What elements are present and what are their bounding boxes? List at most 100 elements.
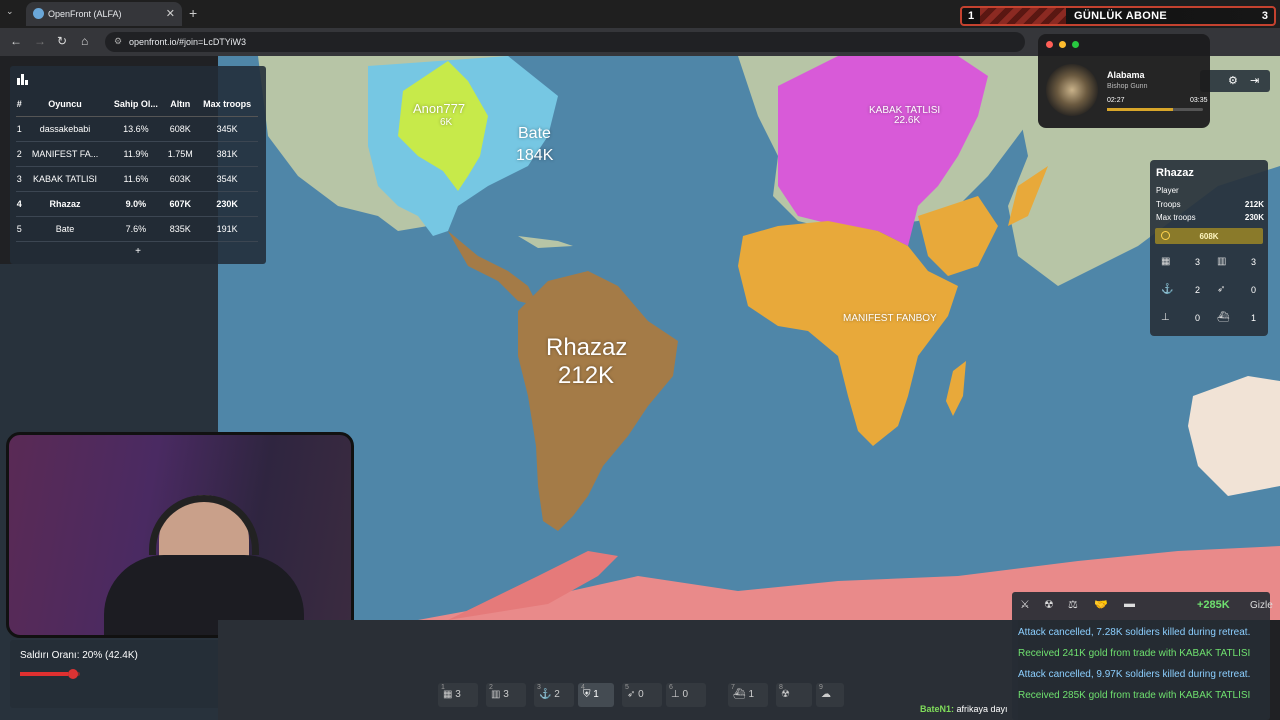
game-map[interactable]: Anon777 6K Bate 184K KABAK TATLISI 22.6K… (218, 56, 1280, 620)
settings-icon[interactable]: ⚙ (1228, 74, 1238, 87)
tab-close-icon[interactable]: ✕ (166, 7, 175, 20)
cell-gold: 1.75M (164, 141, 197, 167)
build-city-button[interactable]: 1 ▦ 3 (438, 683, 478, 707)
build-defense-button[interactable]: 4 ⛨ 1 (578, 683, 614, 707)
build-missile-button[interactable]: 5 ➶ 0 (622, 683, 662, 707)
music-widget: Alabama Bishop Gunn 02:27 03:35 (1038, 34, 1210, 128)
attack-ratio-handle[interactable] (68, 669, 78, 679)
factory-icon: ▥ (1217, 256, 1227, 267)
new-tab-icon[interactable]: + (189, 5, 197, 21)
reload-icon[interactable]: ↻ (57, 34, 67, 48)
subscriber-banner: 1 GÜNLÜK ABONE 3 (960, 6, 1276, 26)
player-gold: 608K (1155, 228, 1263, 244)
nuke-filter-icon[interactable]: ☢ (1044, 598, 1054, 611)
cell-player: KABAK TATLISI (22, 166, 108, 192)
banner-right-number: 3 (1261, 10, 1268, 22)
table-row[interactable]: 3 KABAK TATLISI 11.6% 603K 354K (16, 166, 258, 192)
max-troops-label: Max troops (1156, 213, 1196, 222)
event-message: Attack cancelled, 7.28K soldiers killed … (1018, 627, 1251, 638)
total-time: 03:35 (1190, 97, 1208, 104)
build-sam-button[interactable]: 6 ⊥ 0 (666, 683, 706, 707)
close-dot-icon[interactable] (1046, 41, 1053, 48)
chat-filter-icon[interactable]: ▬ (1124, 598, 1135, 610)
back-icon[interactable]: ← (10, 34, 22, 48)
player-info-panel: Rhazaz Player Troops 212K Max troops 230… (1150, 160, 1268, 336)
cell-player: MANIFEST FA... (22, 141, 108, 167)
event-message: Received 241K gold from trade with KABAK… (1018, 648, 1251, 659)
attack-filter-icon[interactable]: ⚔ (1020, 598, 1030, 611)
stat-factories: ▥ 3 (1217, 256, 1256, 267)
col-gold[interactable]: Altın (164, 92, 197, 117)
minimize-dot-icon[interactable] (1059, 41, 1066, 48)
table-row[interactable]: 2 MANIFEST FA... 11.9% 1.75M 381K (16, 141, 258, 167)
stat-warships: ⛴ 1 (1217, 312, 1256, 323)
troops-value: 212K (1244, 200, 1264, 209)
browser-tab[interactable]: OpenFront (ALFA) ✕ (26, 2, 182, 26)
world-map-svg (258, 56, 1280, 620)
banner-stripes (980, 8, 1066, 24)
sam-icon: ⊥ (1161, 312, 1170, 323)
player-troops-row: Troops 212K (1156, 200, 1264, 209)
tab-title: OpenFront (ALFA) (48, 9, 122, 19)
forward-icon[interactable]: → (34, 34, 46, 48)
trade-filter-icon[interactable]: ⚖ (1068, 598, 1078, 611)
map-label-anon: Anon777 (413, 101, 466, 116)
cell-max-troops: 381K (196, 141, 258, 167)
cell-owned: 11.9% (107, 141, 165, 167)
build-warship-button[interactable]: 7 ⛴ 1 (728, 683, 768, 707)
stat-sams: ⊥ 0 (1161, 312, 1200, 323)
cell-player: Bate (22, 216, 108, 242)
maximize-dot-icon[interactable] (1072, 41, 1079, 48)
cell-owned: 13.6% (107, 116, 165, 142)
player-max-troops-row: Max troops 230K (1156, 213, 1264, 222)
gold-coin-icon (1161, 231, 1170, 240)
map-label-rhazaz: Rhazaz (546, 334, 628, 361)
col-max-troops[interactable]: Max troops (196, 92, 258, 117)
cell-gold: 603K (164, 166, 197, 192)
col-owned[interactable]: Sahip Ol... (107, 92, 165, 117)
col-player[interactable]: Oyuncu (22, 92, 108, 117)
event-log-panel: ⚔ ☢ ⚖ 🤝 ▬ +285K Gizle Attack cancelled, … (1012, 592, 1273, 720)
attack-ratio-slider[interactable] (20, 669, 80, 679)
table-row[interactable]: 5 Bate 7.6% 835K 191K (16, 216, 258, 242)
alliance-filter-icon[interactable]: 🤝 (1094, 598, 1108, 611)
home-icon[interactable]: ⌂ (81, 34, 88, 48)
build-factory-button[interactable]: 2 ▥ 3 (486, 683, 526, 707)
leaderboard-icon[interactable] (17, 74, 29, 85)
stat-missiles: ➶ 0 (1217, 284, 1256, 295)
hide-button[interactable]: Gizle (1250, 600, 1273, 611)
cell-player: Rhazaz (22, 191, 108, 217)
webcam-overlay (6, 432, 354, 638)
chat-user: BateN1: (920, 704, 955, 714)
map-label-rhazaz-troops: 212K (558, 362, 615, 389)
build-nuke-button[interactable]: 8 ☢ (776, 683, 812, 707)
cell-max-troops: 191K (196, 216, 258, 242)
cell-gold: 607K (164, 191, 197, 217)
attack-ratio-label: Saldırı Oranı: 20% (42.4K) (20, 650, 138, 661)
leaderboard-expand-button[interactable]: + (10, 246, 266, 257)
cell-owned: 9.0% (107, 191, 165, 217)
missile-icon: ➶ (1217, 284, 1226, 295)
gold-gain: +285K (1197, 599, 1230, 611)
cell-owned: 11.6% (107, 166, 165, 192)
site-info-icon[interactable]: ⚙ (114, 36, 122, 47)
tab-list-icon[interactable]: ⌄ (6, 6, 14, 17)
build-port-button[interactable]: 3 ⚓ 2 (534, 683, 574, 707)
city-icon: ▦ (1161, 256, 1171, 267)
url-field[interactable]: ⚙ openfront.io/#join=LcDTYiW3 (105, 32, 1025, 52)
map-label-bate: Bate (518, 125, 551, 142)
gold-value: 608K (1199, 232, 1219, 241)
headset (149, 495, 259, 555)
exit-icon[interactable]: ⇥ (1250, 74, 1259, 87)
table-row-current-player[interactable]: 4 Rhazaz 9.0% 607K 230K (16, 191, 258, 217)
cell-gold: 835K (164, 216, 197, 242)
build-hydrogen-button[interactable]: 9 ☁ (816, 683, 844, 707)
cell-max-troops: 230K (196, 191, 258, 217)
table-row[interactable]: 1 dassakebabi 13.6% 608K 345K (16, 116, 258, 142)
song-progress-bar (1107, 108, 1203, 111)
leaderboard-panel: # Oyuncu Sahip Ol... Altın Max troops 1 … (10, 66, 266, 264)
elapsed-time: 02:27 (1107, 97, 1125, 104)
cell-gold: 608K (164, 116, 197, 142)
cell-player: dassakebabi (22, 116, 108, 142)
anchor-icon: ⚓ (1161, 284, 1174, 295)
